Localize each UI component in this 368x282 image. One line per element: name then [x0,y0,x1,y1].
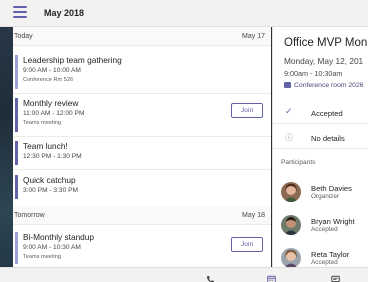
room-icon [284,82,291,88]
agenda-list: Today May 17 Leadership team gathering 9… [13,27,271,267]
event-title: Leadership team gathering [23,55,122,65]
avatar [281,215,301,235]
participants-heading: Participants [281,159,316,166]
event-time: 9:00 AM - 10:00 AM [23,67,81,74]
event-time: 11:00 AM - 12:00 PM [23,110,85,117]
phone-icon[interactable] [206,271,215,282]
event-detail-pane: Office MVP Mon Monday, May 12, 201 9:00a… [272,27,368,267]
info-icon: ⓘ [285,133,293,142]
event-location: Conference Rm 526 [23,77,74,83]
participant-item[interactable]: Reta Taylor Accepted [281,248,368,267]
avatar [281,182,301,202]
top-bar: May 2018 [0,0,368,27]
calendar-app: May 2018 Today May 17 Leadership team ga… [0,0,368,282]
event-time: 9:00 AM - 10:30 AM [23,244,81,251]
event-date: Monday, May 12, 201 [284,56,364,66]
rsvp-status-text: Accepted [311,109,343,118]
join-button[interactable]: Join [231,237,263,252]
details-text: No details [311,134,345,143]
event-subject: Office MVP Mon [284,37,368,49]
event-color-bar [15,232,18,264]
bottom-nav [0,267,368,282]
day-header-tomorrow: Tomorrow May 18 [13,206,271,225]
divider [13,93,271,94]
rsvp-status-row[interactable]: ✓ Accepted [273,102,368,124]
event-color-bar [15,175,18,199]
participant-name: Reta Taylor [311,250,350,259]
join-button[interactable]: Join [231,103,263,118]
day-date: May 17 [242,33,265,40]
event-item[interactable]: Team lunch! 12:30 PM - 1:30 PM [15,141,269,165]
event-time: 3:00 PM - 3:30 PM [23,187,78,194]
hamburger-menu-icon[interactable] [13,6,27,18]
event-time: 12:30 PM - 1:30 PM [23,153,82,160]
participant-name: Beth Davies [311,184,352,193]
day-label: Today [14,33,33,40]
event-title: Quick catchup [23,175,76,185]
participant-role: Accepted [311,259,338,266]
participant-item[interactable]: Beth Davies Organizer [281,182,368,206]
event-location: Teams meeting [23,254,61,260]
event-color-bar [15,55,18,89]
divider [13,169,271,170]
month-title[interactable]: May 2018 [44,8,84,18]
participant-item[interactable]: Bryan Wright Accepted [281,215,368,239]
event-title: Monthly review [23,98,79,108]
day-date: May 18 [242,212,265,219]
divider [13,136,271,137]
room-label: Conference room 2026 [294,82,364,89]
checkmark-icon: ✓ [285,106,293,116]
details-row[interactable]: ⓘ No details [273,127,368,149]
participant-role: Organizer [311,193,340,200]
event-item[interactable]: Quick catchup 3:00 PM - 3:30 PM [15,175,269,199]
event-title: Bi-Monthly standup [23,232,95,242]
event-color-bar [15,98,18,132]
event-color-bar [15,141,18,165]
participant-role: Accepted [311,226,338,233]
event-room[interactable]: Conference room 2026 [284,82,364,89]
event-item[interactable]: Leadership team gathering 9:00 AM - 10:0… [15,55,269,89]
calendar-icon[interactable] [267,271,276,282]
event-item[interactable]: Bi-Monthly standup 9:00 AM - 10:30 AM Te… [15,232,269,264]
day-label: Tomorrow [14,212,45,219]
avatar [281,248,301,267]
participant-name: Bryan Wright [311,217,355,226]
chat-icon[interactable] [331,271,340,282]
event-item[interactable]: Monthly review 11:00 AM - 12:00 PM Teams… [15,98,269,132]
event-location: Teams meeting [23,120,61,126]
day-header-today: Today May 17 [13,27,271,46]
event-time-range: 9:00am - 10:30am [284,69,343,78]
event-title: Team lunch! [23,141,68,151]
device-bezel [0,0,13,282]
